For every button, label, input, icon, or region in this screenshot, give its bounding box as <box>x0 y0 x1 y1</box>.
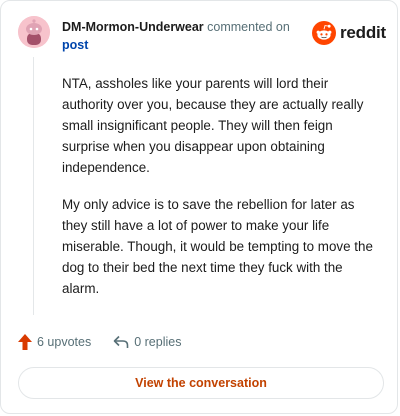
thread-line <box>33 57 34 315</box>
reply-count: 0 replies <box>134 335 182 349</box>
comment-actions: 6 upvotes 0 replies <box>18 334 181 350</box>
commented-on-text: commented on <box>207 20 290 34</box>
comment-paragraph: My only advice is to save the rebellion … <box>62 197 373 296</box>
reply-arrow-icon <box>113 335 129 348</box>
post-link[interactable]: post <box>62 38 88 52</box>
upvote-count: 6 upvotes <box>37 335 92 349</box>
reddit-snoo-icon <box>312 21 336 45</box>
upvote-arrow-icon <box>18 334 32 350</box>
replies-button[interactable]: 0 replies <box>113 335 181 349</box>
avatar[interactable] <box>18 16 50 48</box>
reddit-wordmark: reddit <box>340 23 387 42</box>
user-avatar-icon <box>18 16 50 48</box>
username[interactable]: DM-Mormon-Underwear <box>62 20 204 34</box>
comment-card: DM-Mormon-Underwear commented on post re… <box>0 0 398 414</box>
comment-header: DM-Mormon-Underwear commented on post <box>62 18 302 54</box>
view-conversation-button[interactable]: View the conversation <box>18 367 384 399</box>
comment-body: NTA, assholes like your parents will lor… <box>62 73 380 315</box>
reddit-logo[interactable]: reddit <box>312 21 386 45</box>
upvote-button[interactable]: 6 upvotes <box>18 334 91 350</box>
comment-paragraph: NTA, assholes like your parents will lor… <box>62 76 364 175</box>
